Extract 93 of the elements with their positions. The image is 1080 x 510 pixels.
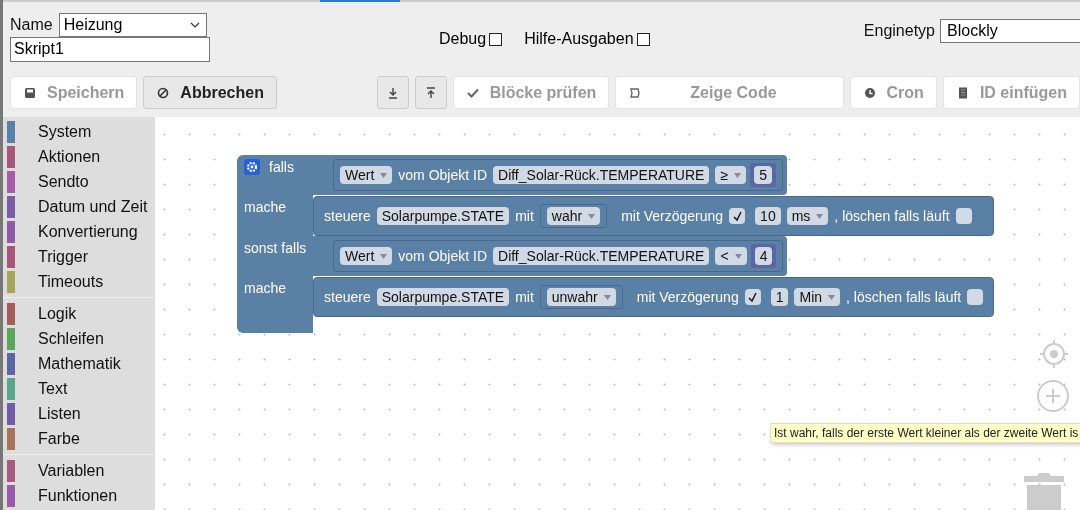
delay-field[interactable]: 1 bbox=[770, 288, 789, 306]
category-label: Farbe bbox=[38, 429, 80, 448]
caret-icon bbox=[734, 253, 742, 259]
option-checkbox[interactable] bbox=[636, 32, 650, 46]
category-item[interactable]: Datum und Zeit bbox=[3, 194, 155, 219]
category-label: System bbox=[38, 122, 92, 141]
name-select[interactable]: Heizung bbox=[58, 13, 207, 37]
operator-dropdown[interactable]: < bbox=[715, 247, 747, 265]
category-label: Text bbox=[38, 379, 68, 398]
caret-icon bbox=[816, 213, 824, 219]
object-id-field[interactable]: Diff_Solar-Rück.TEMPERATURE bbox=[493, 166, 710, 184]
category-item[interactable]: Listen bbox=[3, 401, 155, 426]
block-text: vom Objekt ID bbox=[398, 248, 487, 264]
block-text: vom Objekt ID bbox=[398, 167, 487, 183]
clock-icon bbox=[862, 85, 877, 100]
delay-field[interactable]: 10 bbox=[755, 207, 781, 225]
category-label: Mathematik bbox=[38, 354, 121, 373]
object-id-field[interactable]: Solarpumpe.STATE bbox=[376, 207, 510, 225]
category-label: Variablen bbox=[38, 461, 105, 480]
block-text: mit Verzögerung bbox=[621, 208, 724, 224]
block-text: , löschen falls läuft bbox=[846, 289, 962, 305]
category-label: Datum und Zeit bbox=[38, 197, 148, 216]
category-item[interactable]: Funktionen bbox=[3, 483, 155, 508]
block-checkbox[interactable] bbox=[967, 289, 984, 305]
category-label: Trigger bbox=[38, 247, 89, 266]
category-item[interactable]: Trigger bbox=[3, 244, 155, 269]
caret-icon bbox=[828, 294, 836, 300]
block-text: steuere bbox=[324, 208, 371, 224]
toolbar-button[interactable] bbox=[376, 76, 409, 109]
category-item[interactable]: Logik bbox=[3, 301, 155, 326]
category-item[interactable]: Farbe bbox=[3, 426, 155, 451]
block-text: , löschen falls läuft bbox=[834, 208, 950, 224]
operator-dropdown[interactable]: ≥ bbox=[715, 166, 747, 184]
name-label: Name bbox=[10, 16, 53, 34]
category-item[interactable]: Schleifen bbox=[3, 326, 155, 351]
caret-icon bbox=[603, 294, 611, 300]
category-item[interactable]: Mathematik bbox=[3, 351, 155, 376]
toolbar-button[interactable]: Abbrechen bbox=[143, 76, 277, 109]
block-label: falls bbox=[237, 155, 313, 195]
caret-icon bbox=[734, 172, 742, 178]
object-id-field[interactable]: Solarpumpe.STATE bbox=[376, 288, 510, 306]
block-text: mit bbox=[515, 289, 534, 305]
category-label: Konvertierung bbox=[38, 222, 138, 241]
value-dropdown[interactable]: unwahr bbox=[546, 288, 616, 306]
checkmark-icon bbox=[731, 210, 743, 222]
script-name-field[interactable]: Skript1 bbox=[10, 37, 210, 62]
number-field[interactable]: 5 bbox=[754, 166, 772, 184]
category-label: Timeouts bbox=[38, 272, 104, 291]
category-item[interactable]: System bbox=[3, 119, 155, 144]
engine-select[interactable]: Blockly bbox=[940, 19, 1080, 43]
category-item[interactable]: Timeouts bbox=[3, 269, 155, 294]
code-icon bbox=[628, 85, 643, 100]
value-dropdown[interactable]: wahr bbox=[546, 207, 601, 225]
source-dropdown[interactable]: Wert bbox=[340, 166, 393, 184]
unit-dropdown[interactable]: Min bbox=[794, 288, 841, 306]
category-label: Schleifen bbox=[38, 329, 104, 348]
object-id-field[interactable]: Diff_Solar-Rück.TEMPERATURE bbox=[493, 247, 710, 265]
save-icon bbox=[23, 85, 37, 100]
source-dropdown[interactable]: Wert bbox=[340, 247, 393, 265]
option-label: Debug bbox=[439, 30, 487, 48]
checkmark-icon bbox=[747, 291, 759, 303]
unit-dropdown[interactable]: ms bbox=[786, 207, 829, 225]
toolbar-button[interactable] bbox=[414, 76, 447, 109]
block-checkbox[interactable] bbox=[955, 208, 972, 224]
caret-icon bbox=[380, 172, 388, 178]
category-item[interactable]: Variablen bbox=[3, 458, 155, 483]
category-item[interactable]: Text bbox=[3, 376, 155, 401]
tooltip: Ist wahr, falls der erste Wert kleiner als der zweite Wert is bbox=[770, 423, 1080, 443]
category-label: Sendto bbox=[38, 172, 89, 191]
block-label: mache bbox=[237, 195, 313, 236]
block-checkbox[interactable] bbox=[744, 289, 761, 305]
block-label: sonst falls bbox=[237, 236, 313, 276]
number-field[interactable]: 4 bbox=[754, 247, 773, 265]
block-checkbox[interactable] bbox=[729, 208, 746, 224]
gear-icon[interactable] bbox=[244, 159, 260, 175]
category-item[interactable]: Aktionen bbox=[3, 144, 155, 169]
category-label: Funktionen bbox=[38, 486, 118, 505]
category-label: Aktionen bbox=[38, 147, 101, 166]
category-label: Listen bbox=[38, 404, 81, 423]
option-checkbox[interactable] bbox=[489, 32, 503, 46]
category-item[interactable]: Sendto bbox=[3, 169, 155, 194]
caret-icon bbox=[380, 253, 388, 259]
block-text: mit bbox=[515, 208, 534, 224]
cancel-icon bbox=[156, 85, 171, 100]
engine-label: Enginetyp bbox=[863, 22, 935, 40]
caret-icon bbox=[588, 213, 596, 219]
block-label: mache bbox=[237, 276, 313, 317]
chevron-icon bbox=[189, 22, 200, 28]
option-label: Hilfe-Ausgaben bbox=[524, 30, 634, 48]
category-label: Logik bbox=[38, 304, 77, 323]
block-text: steuere bbox=[324, 289, 371, 305]
block-text: mit Verzögerung bbox=[636, 289, 739, 305]
category-item[interactable]: Konvertierung bbox=[3, 219, 155, 244]
